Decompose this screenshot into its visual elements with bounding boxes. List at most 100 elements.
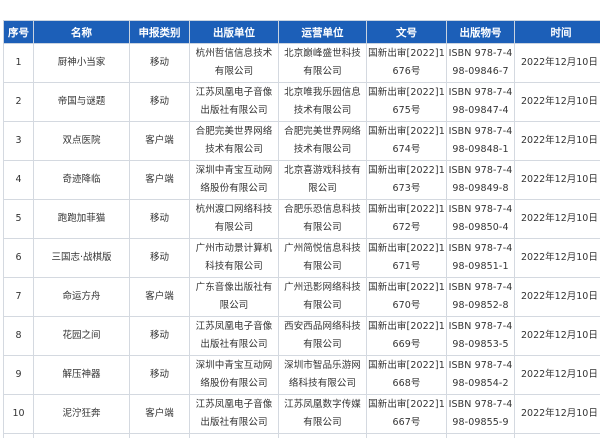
cell-isbn: ISBN 978-7-498-09855-9: [446, 394, 515, 434]
cell-name: 帝国与谜题: [33, 82, 130, 122]
cell-publisher: 杭州渡口网络科技有限公司: [189, 199, 279, 239]
cell-approval: 国新出审[2022]1669号: [366, 316, 447, 356]
cell-approval: 国新出审[2022]1673号: [366, 160, 447, 200]
cell-operator: 西安西品网络科技有限公司: [278, 316, 367, 356]
cell-no: 2: [3, 82, 34, 122]
header-isbn: 出版物号: [446, 20, 515, 44]
empty-cell: [514, 433, 600, 438]
cell-date: 2022年12月10日: [514, 238, 600, 278]
cell-publisher: 广州市动景计算机科技有限公司: [189, 238, 279, 278]
cell-approval: 国新出审[2022]1670号: [366, 277, 447, 317]
cell-name: 双点医院: [33, 121, 130, 161]
header-category: 申报类别: [129, 20, 190, 44]
cell-publisher: 江苏凤凰电子音像出版社有限公司: [189, 82, 279, 122]
cell-name: 解压神器: [33, 355, 130, 395]
cell-category: 客户端: [129, 160, 190, 200]
cell-operator: 合肥乐恐信息科技有限公司: [278, 199, 367, 239]
table-row: 6 三国志·战棋版 移动 广州市动景计算机科技有限公司 广州简悦信息科技有限公司 国新出审…: [3, 238, 600, 278]
cell-category: 客户端: [129, 277, 190, 317]
cell-isbn: ISBN 978-7-498-09852-8: [446, 277, 515, 317]
empty-cell: [446, 433, 515, 438]
empty-cell: [3, 433, 34, 438]
table-row-partial: [3, 433, 600, 438]
cell-publisher: 深圳中青宝互动网络股份有限公司: [189, 355, 279, 395]
table-row: 1 厨神小当家 移动 杭州哲信信息技术有限公司 北京巅峰盛世科技有限公司 国新出审[202…: [3, 43, 600, 83]
cell-operator: 广州简悦信息科技有限公司: [278, 238, 367, 278]
empty-cell: [33, 433, 130, 438]
cell-operator: 深圳市智品乐游网络科技有限公司: [278, 355, 367, 395]
cell-approval: 国新出审[2022]1667号: [366, 394, 447, 434]
cell-no: 1: [3, 43, 34, 83]
cell-date: 2022年12月10日: [514, 160, 600, 200]
table-row: 4 奇迹降临 客户端 深圳中青宝互动网络股份有限公司 北京喜游戏科技有限公司 国新出审[2…: [3, 160, 600, 200]
cell-no: 9: [3, 355, 34, 395]
cell-publisher: 合肥完美世界网络技术有限公司: [189, 121, 279, 161]
cell-date: 2022年12月10日: [514, 355, 600, 395]
cell-category: 移动: [129, 355, 190, 395]
cell-category: 移动: [129, 43, 190, 83]
cell-category: 移动: [129, 316, 190, 356]
table-row: 2 帝国与谜题 移动 江苏凤凰电子音像出版社有限公司 北京唯我乐园信息技术有限公司 国新出…: [3, 82, 600, 122]
cell-publisher: 广东音像出版社有限公司: [189, 277, 279, 317]
cell-isbn: ISBN 978-7-498-09847-4: [446, 82, 515, 122]
cell-no: 6: [3, 238, 34, 278]
cell-approval: 国新出审[2022]1671号: [366, 238, 447, 278]
cell-isbn: ISBN 978-7-498-09854-2: [446, 355, 515, 395]
empty-cell: [129, 433, 190, 438]
cell-name: 三国志·战棋版: [33, 238, 130, 278]
header-date: 时间: [514, 20, 600, 44]
cell-category: 客户端: [129, 121, 190, 161]
cell-approval: 国新出审[2022]1674号: [366, 121, 447, 161]
header-no: 序号: [3, 20, 34, 44]
cell-isbn: ISBN 978-7-498-09846-7: [446, 43, 515, 83]
table-row: 7 命运方舟 客户端 广东音像出版社有限公司 广州迅影网络科技有限公司 国新出审[2022…: [3, 277, 600, 317]
game-approval-table: 序号 名称 申报类别 出版单位 运营单位 文号 出版物号 时间 1 厨神小当家 移动…: [3, 20, 600, 438]
header-publisher: 出版单位: [189, 20, 279, 44]
cell-approval: 国新出审[2022]1668号: [366, 355, 447, 395]
header-operator: 运营单位: [278, 20, 367, 44]
cell-no: 3: [3, 121, 34, 161]
cell-publisher: 江苏凤凰电子音像出版社有限公司: [189, 316, 279, 356]
cell-no: 4: [3, 160, 34, 200]
cell-isbn: ISBN 978-7-498-09850-4: [446, 199, 515, 239]
cell-no: 8: [3, 316, 34, 356]
table-row: 5 跑跑加菲猫 移动 杭州渡口网络科技有限公司 合肥乐恐信息科技有限公司 国新出审[202…: [3, 199, 600, 239]
table-row: 9 解压神器 移动 深圳中青宝互动网络股份有限公司 深圳市智品乐游网络科技有限公司 国新出…: [3, 355, 600, 395]
cell-date: 2022年12月10日: [514, 277, 600, 317]
cell-operator: 广州迅影网络科技有限公司: [278, 277, 367, 317]
cell-no: 10: [3, 394, 34, 434]
cell-date: 2022年12月10日: [514, 394, 600, 434]
cell-category: 移动: [129, 199, 190, 239]
page: 序号 名称 申报类别 出版单位 运营单位 文号 出版物号 时间 1 厨神小当家 移动…: [0, 0, 600, 438]
table-header: 序号 名称 申报类别 出版单位 运营单位 文号 出版物号 时间: [3, 20, 600, 44]
cell-operator: 江苏凤凰数字传媒有限公司: [278, 394, 367, 434]
cell-publisher: 江苏凤凰电子音像出版社有限公司: [189, 394, 279, 434]
cell-publisher: 深圳中青宝互动网络股份有限公司: [189, 160, 279, 200]
table-row: 10 泥泞狂奔 客户端 江苏凤凰电子音像出版社有限公司 江苏凤凰数字传媒有限公司 国新出审…: [3, 394, 600, 434]
table-body: 1 厨神小当家 移动 杭州哲信信息技术有限公司 北京巅峰盛世科技有限公司 国新出审[202…: [3, 43, 600, 438]
empty-cell: [278, 433, 367, 438]
cell-date: 2022年12月10日: [514, 82, 600, 122]
cell-operator: 合肥完美世界网络技术有限公司: [278, 121, 367, 161]
cell-isbn: ISBN 978-7-498-09849-8: [446, 160, 515, 200]
empty-cell: [189, 433, 279, 438]
table-row: 3 双点医院 客户端 合肥完美世界网络技术有限公司 合肥完美世界网络技术有限公司 国新出审…: [3, 121, 600, 161]
cell-name: 厨神小当家: [33, 43, 130, 83]
cell-category: 移动: [129, 82, 190, 122]
cell-operator: 北京唯我乐园信息技术有限公司: [278, 82, 367, 122]
cell-name: 跑跑加菲猫: [33, 199, 130, 239]
cell-name: 命运方舟: [33, 277, 130, 317]
cell-operator: 北京喜游戏科技有限公司: [278, 160, 367, 200]
cell-no: 7: [3, 277, 34, 317]
cell-approval: 国新出审[2022]1676号: [366, 43, 447, 83]
cell-isbn: ISBN 978-7-498-09848-1: [446, 121, 515, 161]
cell-category: 移动: [129, 238, 190, 278]
cell-operator: 北京巅峰盛世科技有限公司: [278, 43, 367, 83]
empty-cell: [366, 433, 447, 438]
cell-name: 奇迹降临: [33, 160, 130, 200]
cell-date: 2022年12月10日: [514, 43, 600, 83]
table-row: 8 花园之间 移动 江苏凤凰电子音像出版社有限公司 西安西品网络科技有限公司 国新出审[2…: [3, 316, 600, 356]
cell-publisher: 杭州哲信信息技术有限公司: [189, 43, 279, 83]
cell-approval: 国新出审[2022]1672号: [366, 199, 447, 239]
cell-date: 2022年12月10日: [514, 121, 600, 161]
